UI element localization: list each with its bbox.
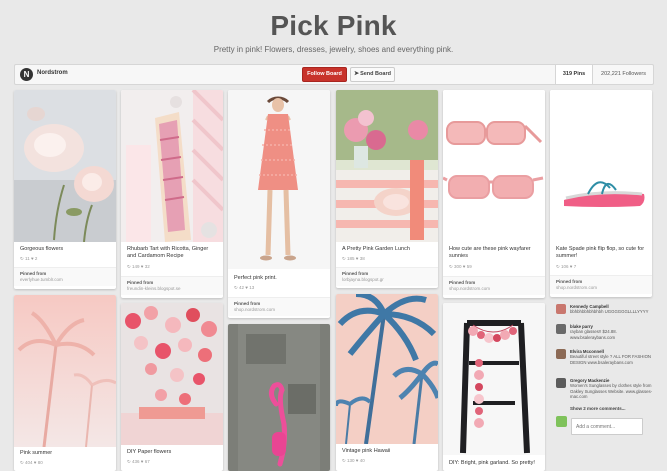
pinned-from[interactable]: Pinned from lorbjayna.blogspot.gr	[336, 267, 438, 286]
pin-card[interactable]: Vintage pink Hawaii ↻ 130 ♥ 40	[336, 294, 438, 471]
pin-description[interactable]: DIY: Bright, pink garland. So pretty!	[449, 460, 540, 467]
board-title: Pick Pink	[270, 10, 397, 41]
pin-stats: ↻ 185 ♥ 38	[342, 256, 365, 261]
pin-stats: ↻ 404 ♥ 80	[20, 460, 43, 465]
pin-source[interactable]: shop.nordstrom.com	[234, 307, 275, 312]
comment-author[interactable]: blake parry	[570, 324, 593, 329]
pin-stats: ↻ 436 ♥ 67	[127, 459, 150, 464]
pin-card[interactable]: Kate Spade pink flip flop, so cute for s…	[550, 90, 652, 297]
comment-author[interactable]: Gregory Mackenzie	[570, 378, 609, 383]
send-board-button[interactable]: ➤Send Board	[350, 67, 395, 82]
pin-card[interactable]: Pink summer ↻ 404 ♥ 80	[14, 295, 116, 471]
show-more-comments-link[interactable]: Show 2 more comments...	[570, 406, 626, 411]
pin-image[interactable]	[14, 90, 116, 242]
pin-image[interactable]	[550, 90, 652, 242]
pin-stats: ↻ 11 ♥ 2	[20, 256, 38, 261]
add-comment-input[interactable]	[571, 418, 643, 435]
pin-card[interactable]: How cute are these pink wayfarer sunnies…	[443, 90, 545, 298]
pin-description[interactable]: DIY Paper flowers	[127, 449, 218, 456]
pin-stats: ↻ 106 ♥ 7	[556, 264, 577, 269]
avatar[interactable]	[556, 378, 566, 388]
pin-image[interactable]	[14, 295, 116, 447]
pin-source[interactable]: lorbjayna.blogspot.gr	[342, 277, 384, 282]
board-header: Pick Pink Pretty in pink! Flowers, dress…	[0, 0, 667, 62]
avatar	[556, 416, 567, 427]
comment-text: bbhbhbbhbhbhbh UGGGGGGLLLLYYYY	[570, 309, 649, 315]
pin-image[interactable]	[336, 90, 438, 242]
pin-description[interactable]: Rhubarb Tart with Ricotta, Ginger and Ca…	[127, 246, 218, 260]
pin-source[interactable]: shop.nordstrom.com	[449, 286, 490, 291]
pinned-from[interactable]: Pinned from shop.nordstrom.com	[443, 276, 545, 295]
pin-description[interactable]: A Pretty Pink Garden Lunch	[342, 246, 433, 253]
pin-description[interactable]: Perfect pink print.	[234, 275, 325, 282]
pinned-from[interactable]: Pinned from everlyhue.tumblr.com	[14, 267, 116, 286]
pin-description[interactable]: Kate Spade pink flip flop, so cute for s…	[556, 246, 647, 260]
pin-description[interactable]: How cute are these pink wayfarer sunnies	[449, 246, 540, 260]
comment-text: Beautiful street style ? ALL FOR FASHION…	[570, 354, 652, 365]
pins-count-tab[interactable]: 319 Pins	[555, 65, 592, 84]
send-board-label: Send Board	[360, 71, 391, 77]
pin-card[interactable]: Gorgeous flowers ↻ 11 ♥ 2 Pinned from eve…	[14, 90, 116, 289]
pin-description[interactable]: Vintage pink Hawaii	[342, 448, 433, 455]
pinned-from[interactable]: Pinned from shop.nordstrom.com	[550, 275, 652, 294]
comment-author[interactable]: Kennedy Campbell	[570, 304, 609, 309]
pin-stats: ↻ 149 ♥ 32	[127, 264, 150, 269]
pin-image[interactable]	[121, 90, 223, 242]
avatar[interactable]	[556, 304, 566, 314]
pin-image[interactable]	[336, 294, 438, 444]
pin-image[interactable]	[228, 324, 330, 471]
comment-author[interactable]: Elvira Mcconnell	[570, 349, 604, 354]
pin-stats: ↻ 42 ♥ 13	[234, 285, 255, 290]
pin-card[interactable]: DIY Paper flowers ↻ 436 ♥ 67	[121, 303, 223, 471]
pin-image[interactable]	[228, 90, 330, 269]
pin-card[interactable]: A Pretty Pink Garden Lunch ↻ 185 ♥ 38 Pi…	[336, 90, 438, 288]
comment-text: rayban glasses!! $24.88. www.bsalerayban…	[570, 329, 617, 340]
board-toolbar: N Nordstrom Follow Board ➤Send Board 319…	[14, 64, 654, 85]
pin-image[interactable]	[121, 303, 223, 445]
pin-card[interactable]	[228, 324, 330, 471]
pin-description[interactable]: Gorgeous flowers	[20, 246, 111, 253]
pin-card[interactable]: DIY: Bright, pink garland. So pretty!	[443, 303, 545, 471]
pin-stats: ↻ 300 ♥ 59	[449, 264, 472, 269]
pin-source[interactable]: shop.nordstrom.com	[556, 285, 597, 290]
pin-card[interactable]: Perfect pink print. ↻ 42 ♥ 13 Pinned fro…	[228, 90, 330, 318]
avatar[interactable]	[556, 349, 566, 359]
pin-source[interactable]: freundin-kleins.blogspot.se	[127, 286, 181, 291]
comment-text: Women's Sunglasses by clothes style from…	[570, 383, 653, 399]
pin-image[interactable]	[443, 90, 545, 242]
pinned-from[interactable]: Pinned from freundin-kleins.blogspot.se	[121, 276, 223, 295]
pin-image[interactable]	[443, 303, 545, 455]
board-description: Pretty in pink! Flowers, dresses, jewelr…	[213, 45, 454, 54]
board-owner-name[interactable]: Nordstrom	[37, 70, 68, 76]
pinned-from[interactable]: Pinned from shop.nordstrom.com	[228, 297, 330, 316]
pin-description[interactable]: Pink summer	[20, 450, 111, 457]
pin-source[interactable]: everlyhue.tumblr.com	[20, 277, 63, 282]
pin-card[interactable]: Rhubarb Tart with Ricotta, Ginger and Ca…	[121, 90, 223, 298]
avatar[interactable]	[556, 324, 566, 334]
send-icon: ➤	[354, 71, 360, 77]
follow-board-button[interactable]: Follow Board	[302, 67, 347, 82]
pin-stats: ↻ 130 ♥ 40	[342, 458, 365, 463]
nordstrom-logo-icon[interactable]: N	[20, 68, 33, 81]
followers-count-tab[interactable]: 202,221 Followers	[592, 65, 654, 84]
